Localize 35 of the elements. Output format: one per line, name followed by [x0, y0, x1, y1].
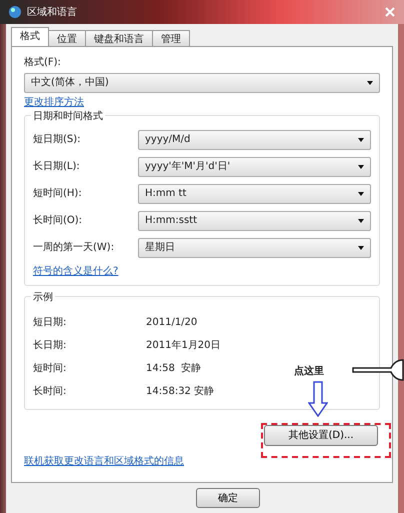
example-label: 长日期:	[33, 338, 68, 352]
tab[interactable]: 位置	[48, 30, 86, 46]
symbols-help-link[interactable]: 符号的含义是什么?	[33, 266, 118, 276]
format-dropdown[interactable]: H:mm tt	[138, 184, 371, 204]
format-dropdown[interactable]: 星期日	[138, 238, 371, 258]
example-value: 2011/1/20	[146, 316, 198, 330]
example-label: 长时间:	[33, 384, 68, 398]
example-value: 14:58 安静	[146, 362, 202, 376]
format-dropdown[interactable]: 中文(简体，中国)	[24, 72, 380, 92]
tab[interactable]: 格式	[11, 27, 49, 46]
window-title: 区域和语言	[27, 6, 77, 20]
ok-button[interactable]: 确定	[196, 488, 260, 508]
field-label: 一周的第一天(W):	[33, 241, 116, 255]
other-settings-button[interactable]: 其他设置(D)...	[264, 424, 378, 446]
field-label: 短日期(S):	[33, 132, 82, 147]
example-label: 短日期:	[33, 316, 68, 330]
tab[interactable]: 键盘和语言	[85, 30, 153, 46]
format-label: 格式(F):	[24, 56, 62, 70]
format-dropdown[interactable]: H:mm:sstt	[138, 210, 371, 230]
tab[interactable]: 管理	[152, 30, 190, 46]
close-icon[interactable]	[384, 6, 396, 18]
field-label: 长日期(L):	[33, 160, 81, 174]
group-title: 示例	[31, 290, 55, 304]
down-arrow-icon	[308, 381, 328, 417]
field-label: 短时间(H):	[33, 186, 83, 201]
format-dropdown[interactable]: yyyy'年'M'月'd'日'	[138, 156, 371, 176]
globe-icon	[8, 5, 22, 19]
example-value: 2011年1月20日	[146, 338, 221, 352]
online-info-link[interactable]: 联机获取更改语言和区域格式的信息	[24, 456, 184, 466]
field-label: 长时间(O):	[33, 214, 84, 228]
format-dropdown[interactable]: yyyy/M/d	[138, 130, 371, 150]
annotation-text: 点这里	[294, 364, 324, 379]
sort-method-link[interactable]: 更改排序方法	[24, 97, 84, 108]
example-value: 14:58:32 安静	[146, 384, 214, 398]
example-label: 短时间:	[33, 362, 68, 376]
